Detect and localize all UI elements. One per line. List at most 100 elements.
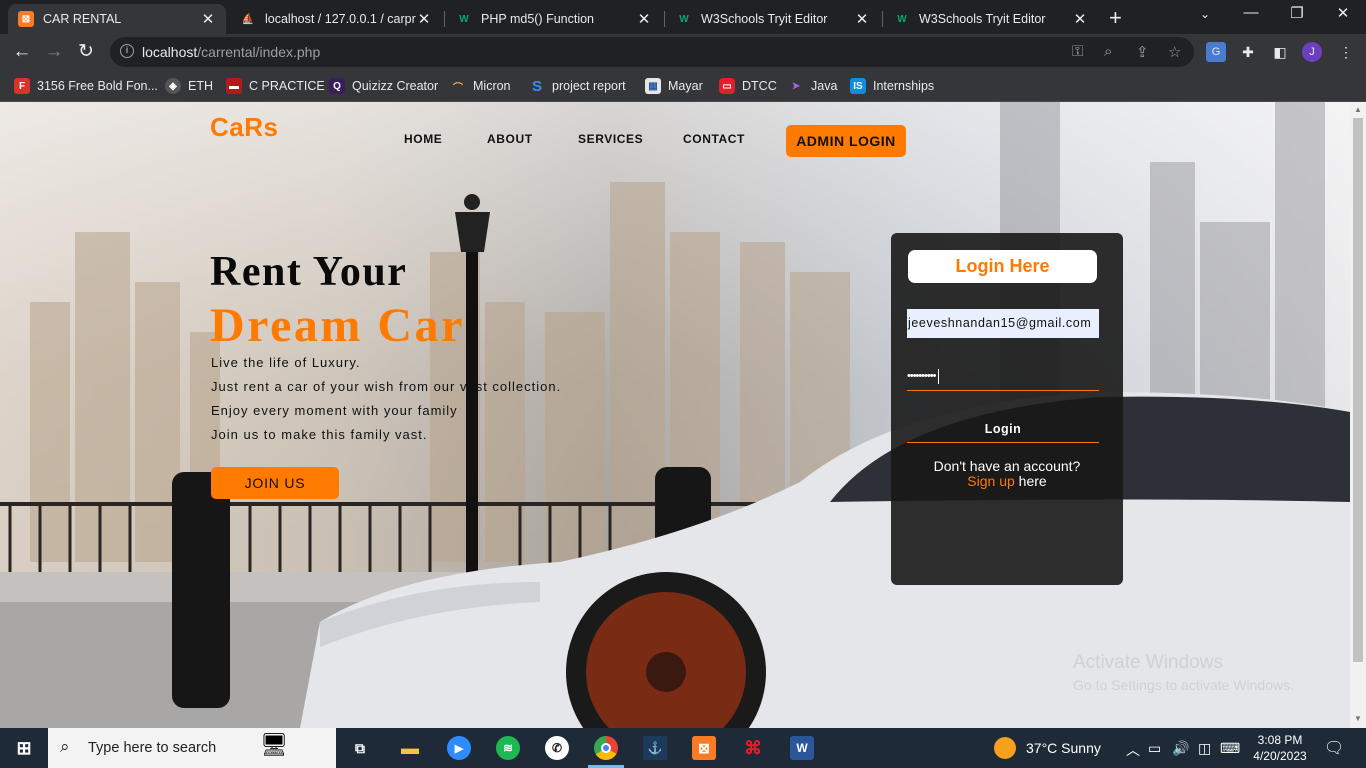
close-window-icon[interactable]: ✕ <box>1328 4 1358 22</box>
scroll-down-icon[interactable]: ▼ <box>1354 714 1362 723</box>
c-practice-icon: ▬ <box>226 78 242 94</box>
tab-car-rental[interactable]: ⊠ CAR RENTAL ✕ <box>8 4 226 34</box>
login-button[interactable]: Login <box>907 417 1099 443</box>
close-tab-icon[interactable]: ✕ <box>200 10 216 28</box>
volume-icon[interactable]: 🔊 <box>1172 740 1189 757</box>
menu-icon[interactable]: ⋮ <box>1336 42 1356 62</box>
back-icon[interactable]: ← <box>10 40 34 64</box>
page-scrollbar[interactable]: ▲ ▼ <box>1350 102 1366 728</box>
xampp-taskbar-icon[interactable]: ⊠ <box>692 736 716 760</box>
acrobat-icon[interactable]: ⌘ <box>741 736 765 760</box>
zoom-app-icon[interactable]: ▶ <box>447 736 471 760</box>
mysql-workbench-icon[interactable]: ⚓ <box>643 736 667 760</box>
weather-icon[interactable] <box>994 737 1016 759</box>
weather-text[interactable]: 37°C Sunny <box>1026 740 1101 756</box>
hero-paragraph: Join us to make this family vast. <box>211 427 428 442</box>
close-tab-icon[interactable]: ✕ <box>416 10 432 28</box>
zoom-icon[interactable]: ⌕ <box>1104 43 1112 60</box>
hero-paragraph: Live the life of Luxury. <box>211 355 361 370</box>
battery-icon[interactable]: ▭ <box>1148 740 1161 757</box>
bookmark-item[interactable]: Sproject report <box>529 77 626 95</box>
bookmark-item[interactable]: ➤ Java <box>788 77 838 95</box>
scroll-up-icon[interactable]: ▲ <box>1354 105 1362 114</box>
spotify-icon[interactable]: ≋ <box>496 736 520 760</box>
bookmark-item[interactable]: ◈ ETH <box>165 77 213 95</box>
file-explorer-icon[interactable]: ▬ <box>398 736 422 760</box>
nav-services[interactable]: SERVICES <box>578 132 643 146</box>
site-logo[interactable]: CaRs <box>210 112 278 143</box>
java-icon: ➤ <box>791 80 801 92</box>
bookmark-item[interactable]: Q Quizizz Creator <box>329 77 438 95</box>
bookmark-item[interactable]: ▭ DTCC <box>719 77 777 95</box>
login-form: Login Here jeeveshnandan15@gmail.com •••… <box>891 233 1123 585</box>
whatsapp-icon[interactable]: ✆ <box>545 736 569 760</box>
w3schools-icon: W <box>897 13 907 25</box>
tab-search-icon[interactable]: ⌄ <box>1190 7 1220 21</box>
translate-icon[interactable]: G <box>1206 42 1226 62</box>
keyboard-icon[interactable]: ⌨ <box>1220 740 1240 757</box>
close-tab-icon[interactable]: ✕ <box>1072 10 1088 28</box>
micron-icon: ⌒ <box>453 82 463 94</box>
mayar-icon: ▦ <box>645 78 661 94</box>
dtcc-icon: ▭ <box>719 78 735 94</box>
tab-divider <box>882 11 883 27</box>
admin-login-button[interactable]: ADMIN LOGIN <box>786 125 906 157</box>
bookmark-item[interactable]: ▬ C PRACTICE <box>226 77 325 95</box>
taskbar-clock[interactable]: 3:08 PM 4/20/2023 <box>1246 732 1314 764</box>
signup-link[interactable]: Sign up <box>967 473 1014 489</box>
key-icon[interactable]: ⚿ <box>1072 43 1083 60</box>
reload-icon[interactable]: ↻ <box>74 40 98 64</box>
url-text[interactable]: localhost/carrental/index.php <box>142 44 320 60</box>
address-bar[interactable]: i localhost/carrental/index.php ⚿ ⌕ ⇪ ☆ <box>110 37 1194 67</box>
bookmark-star-icon[interactable]: ☆ <box>1168 43 1181 61</box>
close-tab-icon[interactable]: ✕ <box>854 10 870 28</box>
word-icon[interactable]: W <box>790 736 814 760</box>
minimize-icon[interactable]: — <box>1236 4 1266 21</box>
xampp-icon: ⊠ <box>18 11 34 27</box>
windows-taskbar: ⊞ ⌕ Type here to search 🖥 ⧉ ▬ ▶ ≋ ✆ ⚓ ⊠ … <box>0 728 1366 768</box>
eth-icon: ◈ <box>165 78 181 94</box>
tab-tryit-editor-1[interactable]: W W3Schools Tryit Editor ✕ <box>666 4 880 34</box>
hero-heading-line2: Dream Car <box>210 299 465 352</box>
tab-php-md5[interactable]: W PHP md5() Function ✕ <box>446 4 662 34</box>
nav-contact[interactable]: CONTACT <box>683 132 745 146</box>
bookmark-item[interactable]: ⌒ Micron <box>450 77 511 95</box>
extensions-icon[interactable]: ✚ <box>1238 42 1258 62</box>
w3schools-icon: W <box>679 13 689 25</box>
close-tab-icon[interactable]: ✕ <box>636 10 652 28</box>
notifications-icon[interactable]: 🗨 <box>1324 738 1344 758</box>
hero-paragraph: Just rent a car of your wish from our va… <box>211 379 562 394</box>
search-icon: ⌕ <box>60 737 70 756</box>
scrollbar-thumb[interactable] <box>1353 118 1363 662</box>
forward-icon[interactable]: → <box>42 40 66 64</box>
taskbar-search-input[interactable]: ⌕ Type here to search 🖥 <box>48 728 336 768</box>
login-title: Login Here <box>908 250 1097 283</box>
chrome-icon[interactable] <box>594 736 618 760</box>
site-info-icon[interactable]: i <box>120 44 134 58</box>
join-us-button[interactable]: JOIN US <box>211 467 339 499</box>
profile-avatar[interactable]: J <box>1302 42 1322 62</box>
text-cursor <box>937 368 939 384</box>
tab-tryit-editor-2[interactable]: W W3Schools Tryit Editor ✕ <box>884 4 1098 34</box>
email-field[interactable]: jeeveshnandan15@gmail.com <box>907 309 1099 338</box>
tab-phpmyadmin[interactable]: ⛵ localhost / 127.0.0.1 / carproj ✕ <box>230 4 442 34</box>
signup-prompt: Don't have an account? Sign up here <box>933 458 1081 489</box>
hero-background-image <box>0 102 1350 728</box>
network-icon[interactable]: ◫ <box>1198 740 1211 757</box>
bookmark-item[interactable]: F 3156 Free Bold Fon... <box>14 77 158 95</box>
side-panel-icon[interactable]: ◧ <box>1270 42 1290 62</box>
new-tab-icon[interactable]: + <box>1109 5 1122 31</box>
font-icon: F <box>14 78 30 94</box>
password-field[interactable]: •••••••••• <box>907 363 1099 391</box>
search-highlight-icon: 🖥 <box>260 732 288 757</box>
bookmark-item[interactable]: IS Internships <box>850 77 934 95</box>
show-hidden-icons[interactable]: ︿ <box>1126 740 1140 760</box>
restore-icon[interactable]: ❐ <box>1282 4 1312 22</box>
activate-windows-watermark: Activate Windows <box>1073 652 1223 673</box>
task-view-icon[interactable]: ⧉ <box>348 736 372 760</box>
nav-home[interactable]: HOME <box>404 132 442 146</box>
share-icon[interactable]: ⇪ <box>1136 43 1149 61</box>
nav-about[interactable]: ABOUT <box>487 132 533 146</box>
bookmark-item[interactable]: ▦ Mayar <box>645 77 703 95</box>
windows-start-icon[interactable]: ⊞ <box>12 736 36 760</box>
